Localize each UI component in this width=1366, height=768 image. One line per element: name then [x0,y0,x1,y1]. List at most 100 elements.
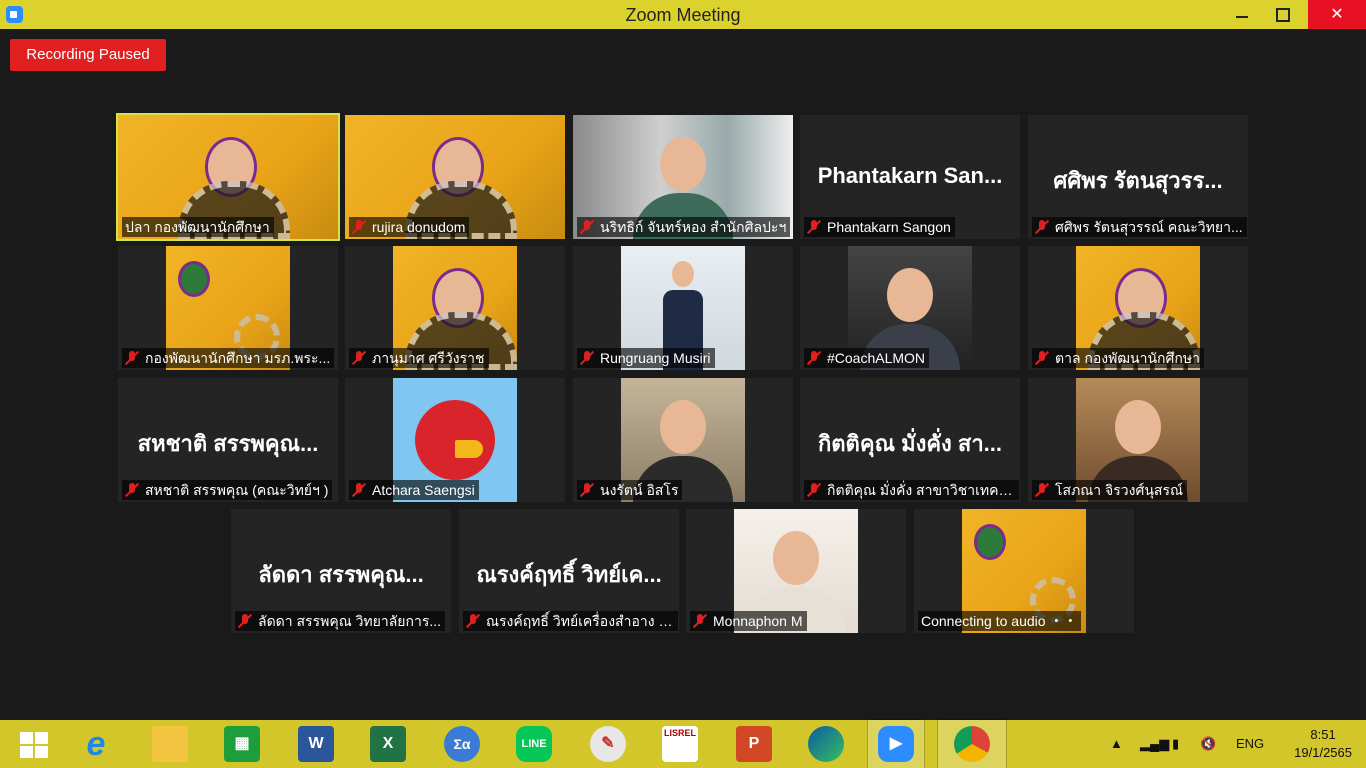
muted-mic-icon [807,351,821,365]
powerpoint-icon: P [736,726,772,762]
participant-name-label: กองพัฒนานักศึกษา มรภ.พระ... [122,348,335,368]
participant-tile[interactable]: Phantakarn San... Phantakarn Sangon [800,115,1020,239]
participant-name-label: กิตติคุณ มั่งคั่ง สาขาวิชาเทคโ... [804,480,1019,500]
taskbar-file-explorer[interactable] [142,720,198,768]
muted-mic-icon [125,351,139,365]
taskbar-lisrel[interactable]: LISREL [652,720,708,768]
participant-name-label: ภานุมาศ ศรีวังราช [349,348,489,368]
participant-name-label: นงรัตน์ อิสโร [577,480,683,500]
show-hidden-icons[interactable]: ▲ [1110,720,1123,768]
taskbar-ie[interactable]: e [68,720,124,768]
participant-tile[interactable]: rujira donudom [345,115,565,239]
participant-name-text: ภานุมาศ ศรีวังราช [372,350,485,366]
participant-tile[interactable]: นริทธิก์ จันทร์หอง สำนักศิลปะฯ [573,115,793,239]
participant-tile[interactable]: #CoachALMON [800,246,1020,370]
participant-tile[interactable]: กิตติคุณ มั่งคั่ง สา... กิตติคุณ มั่งคั่ง… [800,378,1020,502]
participant-name-text: Atchara Saengsi [372,482,475,498]
taskbar-word[interactable]: W [288,720,344,768]
participant-tile[interactable]: นงรัตน์ อิสโร [573,378,793,502]
participant-tile[interactable]: ภานุมาศ ศรีวังราช [345,246,565,370]
participant-name-label: Atchara Saengsi [349,480,479,500]
participant-name-text: Connecting to audio ・・ [921,613,1078,629]
participant-name-label: Monnaphon M [690,611,807,631]
edge-icon [808,726,844,762]
participant-name-text: โสภณา จิรวงศ์นุสรณ์ [1055,482,1183,498]
excel-icon: X [370,726,406,762]
participant-display-name: ลัดดา สรรพคุณ... [258,562,424,587]
participant-tile[interactable]: ลัดดา สรรพคุณ... ลัดดา สรรพคุณ วิทยาลัยกา… [231,509,451,633]
participant-name-label: ลัดดา สรรพคุณ วิทยาลัยการ... [235,611,446,631]
store-icon: ▦ [224,726,260,762]
maximize-button[interactable] [1262,0,1302,29]
close-button[interactable] [1308,0,1366,29]
participant-tile[interactable]: ปลา กองพัฒนานักศึกษา [116,113,340,241]
participant-name-text: rujira donudom [372,219,466,235]
taskbar-edge[interactable] [798,720,854,768]
muted-mic-icon [125,483,139,497]
participant-tile[interactable]: Rungruang Musiri [573,246,793,370]
language-indicator[interactable]: ENG [1236,720,1264,768]
muted-mic-icon [466,614,480,628]
participant-name-text: กิตติคุณ มั่งคั่ง สาขาวิชาเทคโ... [827,482,1018,498]
lisrel-icon: LISREL [662,726,698,762]
participant-name-label: #CoachALMON [804,348,930,368]
participant-name-label: Rungruang Musiri [577,348,715,368]
network-icon[interactable]: ▂▄▆ [1140,720,1169,768]
start-button[interactable] [6,720,62,768]
window-title: Zoom Meeting [625,5,741,25]
participant-tile[interactable]: Monnaphon M [686,509,906,633]
muted-mic-icon [352,220,366,234]
participant-tile[interactable]: โสภณา จิรวงศ์นุสรณ์ [1028,378,1248,502]
paint-icon: ✎ [590,726,626,762]
math-icon: Σα [444,726,480,762]
participant-name-text: กองพัฒนานักศึกษา มรภ.พระ... [145,350,331,366]
participant-name-text: ปลา กองพัฒนานักศึกษา [125,219,270,235]
participant-display-name: Phantakarn San... [817,163,1003,188]
battery-icon[interactable]: ▮ [1172,720,1179,768]
participant-name-label: ตาล กองพัฒนานักศึกษา [1032,348,1204,368]
participant-name-label: โสภณา จิรวงศ์นุสรณ์ [1032,480,1187,500]
windows-icon [16,726,52,762]
participant-tile[interactable]: Atchara Saengsi [345,378,565,502]
internet-explorer-icon: e [86,725,106,763]
participant-tile[interactable]: ศศิพร รัตนสุวรร... ศศิพร รัตนสุวรรณ์ คณะว… [1028,115,1248,239]
participant-tile[interactable]: ณรงค์ฤทธิ์ วิทย์เค... ณรงค์ฤทธิ์ วิทย์เคร… [459,509,679,633]
participant-tile[interactable]: กองพัฒนานักศึกษา มรภ.พระ... [118,246,338,370]
participant-name-text: Monnaphon M [713,613,803,629]
participant-name-text: ณรงค์ฤทธิ์ วิทย์เครื่องสำอาง P... [486,613,678,629]
participant-name-text: นงรัตน์ อิสโร [600,482,679,498]
muted-mic-icon [580,220,594,234]
participant-tile[interactable]: ตาล กองพัฒนานักศึกษา [1028,246,1248,370]
recording-paused-button[interactable]: Recording Paused [10,39,166,71]
taskbar-line[interactable]: LINE [506,720,562,768]
muted-mic-icon [1035,351,1049,365]
taskbar-powerpoint[interactable]: P [726,720,782,768]
muted-mic-icon [1035,483,1049,497]
participant-display-name: ศศิพร รัตนสุวรร... [1053,168,1223,193]
taskbar-store[interactable]: ▦ [214,720,270,768]
participant-tile[interactable]: Connecting to audio ・・ [914,509,1134,633]
muted-mic-icon [807,220,821,234]
title-bar: Zoom Meeting [0,0,1366,29]
volume-muted-icon[interactable]: 🔇 [1200,720,1216,768]
taskbar-math[interactable]: Σα [434,720,490,768]
zoom-icon: ▶ [878,726,914,762]
taskbar-chrome[interactable] [937,719,1007,768]
taskbar-paint[interactable]: ✎ [580,720,636,768]
chrome-icon [954,726,990,762]
muted-mic-icon [580,351,594,365]
participant-tile[interactable]: สหชาติ สรรพคุณ... สหชาติ สรรพคุณ (คณะวิทย… [118,378,338,502]
participant-name-text: นริทธิก์ จันทร์หอง สำนักศิลปะฯ [600,219,787,235]
muted-mic-icon [352,351,366,365]
word-icon: W [298,726,334,762]
muted-mic-icon [693,614,707,628]
taskbar-zoom[interactable]: ▶ [867,719,925,768]
clock[interactable]: 8:51 19/1/2565 [1294,726,1352,762]
clock-date: 19/1/2565 [1294,745,1352,760]
taskbar: e ▦ W X Σα LINE ✎ LISREL P ▶ ▲ ▂▄▆ ▮ 🔇 E… [0,719,1366,768]
participant-name-text: ศศิพร รัตนสุวรรณ์ คณะวิทยา... [1055,219,1243,235]
participant-name-label: ปลา กองพัฒนานักศึกษา [122,217,274,237]
participant-name-label: rujira donudom [349,217,470,237]
taskbar-excel[interactable]: X [360,720,416,768]
minimize-button[interactable] [1222,0,1262,29]
